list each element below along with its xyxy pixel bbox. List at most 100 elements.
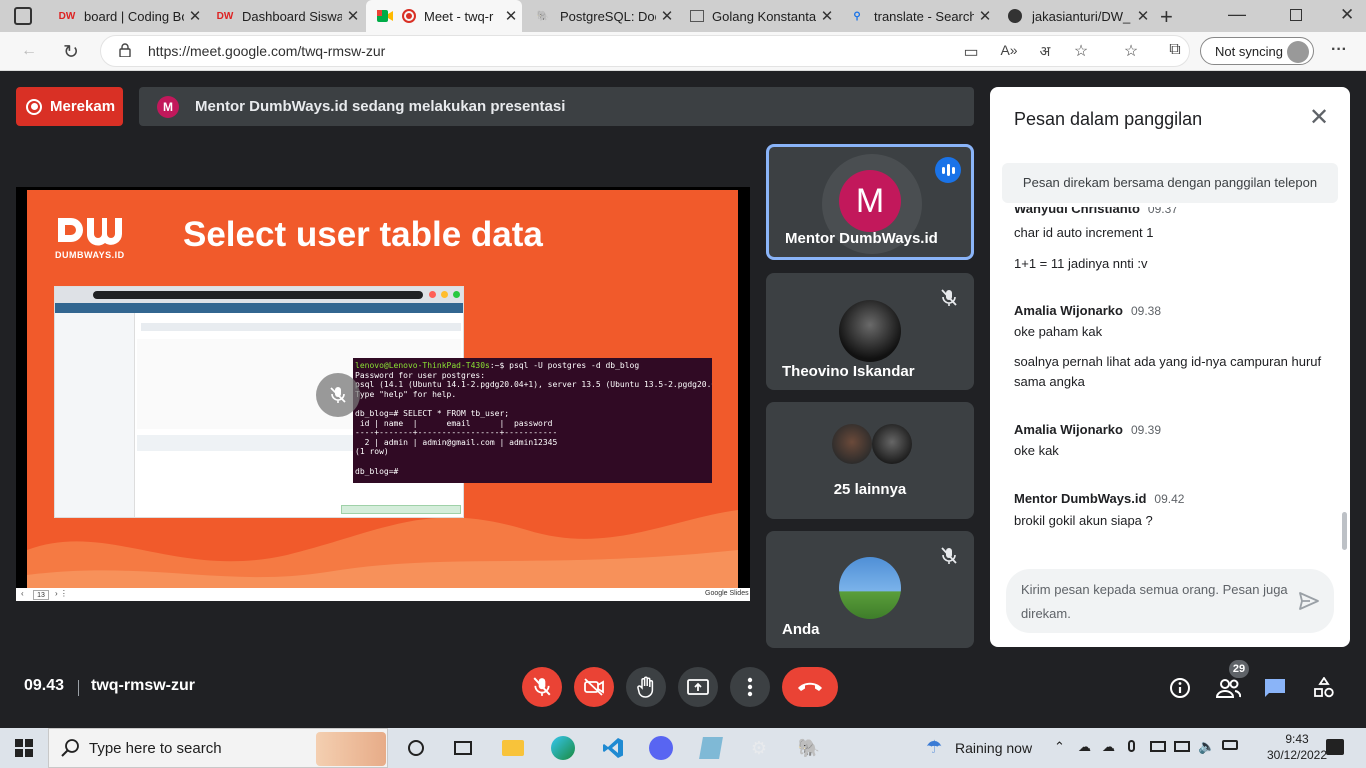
back-icon[interactable]: ← <box>18 42 40 60</box>
participant-tile-mentor[interactable]: M Mentor DumbWays.id <box>766 144 974 260</box>
tab-dashboard[interactable]: DW Dashboard Siswa ✕ <box>206 0 364 32</box>
message-sender: Wahyudi Christianto 09.37 <box>1014 207 1178 216</box>
profile-button[interactable]: Not syncing <box>1200 37 1314 65</box>
translate-icon[interactable]: अ <box>1034 42 1056 61</box>
tab-github[interactable]: jakasianturi/DW_ ✕ <box>996 0 1154 32</box>
close-icon[interactable]: ✕ <box>974 7 996 25</box>
task-view-icon[interactable] <box>448 733 478 763</box>
refresh-icon[interactable]: ↻ <box>60 41 82 64</box>
minimize-button[interactable]: — <box>1228 4 1246 25</box>
close-icon[interactable]: ✕ <box>656 7 678 25</box>
more-options-button[interactable] <box>730 667 770 707</box>
system-clock[interactable]: 9:43 30/12/2022 <box>1262 731 1332 763</box>
raise-hand-button[interactable] <box>626 667 666 707</box>
read-aloud-icon[interactable]: A» <box>998 42 1020 58</box>
participant-tile-others[interactable]: 25 lainnya <box>766 402 974 519</box>
collections-icon[interactable]: ⧉ <box>1164 41 1186 59</box>
camera-icon[interactable]: ▭ <box>960 42 982 62</box>
slide-next-icon[interactable]: › ⋮ <box>55 589 68 598</box>
search-icon: ⚲ <box>853 10 861 22</box>
divider <box>78 680 79 696</box>
avatar: M <box>839 170 901 232</box>
chat-icon <box>1265 679 1285 697</box>
participant-name: Mentor DumbWays.id <box>785 230 938 247</box>
file-explorer-icon[interactable] <box>498 733 528 763</box>
info-icon <box>1170 678 1190 698</box>
speaking-indicator-icon <box>935 157 961 183</box>
add-favorite-icon[interactable]: ☆ <box>1070 41 1092 61</box>
chat-scrollbar[interactable] <box>1342 512 1347 550</box>
github-icon <box>1006 9 1024 23</box>
end-call-button[interactable] <box>782 667 838 707</box>
postgres-icon: 🐘 <box>536 10 550 22</box>
weather-text[interactable]: Raining now <box>955 740 1032 756</box>
avatar <box>872 424 912 464</box>
present-screen-button[interactable] <box>678 667 718 707</box>
presenter-muted-icon <box>316 373 360 417</box>
chat-button[interactable] <box>1262 675 1288 701</box>
notepad-icon[interactable] <box>696 733 726 763</box>
hand-icon <box>637 676 654 698</box>
close-icon[interactable]: ✕ <box>500 7 522 25</box>
close-icon[interactable]: ✕ <box>816 7 838 25</box>
chevron-up-icon[interactable]: ⌃ <box>1054 739 1065 755</box>
meeting-details-button[interactable] <box>1167 675 1193 701</box>
favorites-icon[interactable]: ☆ <box>1120 41 1142 61</box>
volume-icon[interactable]: 🔈 <box>1198 738 1215 755</box>
close-icon[interactable]: ✕ <box>1307 106 1331 131</box>
battery-icon[interactable] <box>1222 740 1238 750</box>
slide-prev-icon[interactable]: ‹ <box>21 589 24 598</box>
meeting-clock: 09.43 <box>24 677 65 694</box>
chat-panel: Pesan dalam panggilan ✕ Pesan direkam be… <box>990 87 1350 647</box>
wifi-icon[interactable] <box>1174 741 1190 752</box>
new-tab-button[interactable]: + <box>1160 4 1173 30</box>
onedrive-icon[interactable]: ☁ <box>1078 739 1091 755</box>
mic-toggle-button[interactable] <box>522 667 562 707</box>
edge-icon[interactable] <box>548 733 578 763</box>
avatar-icon <box>1287 41 1309 63</box>
tab-actions-icon[interactable] <box>14 7 32 25</box>
message-text: char id auto increment 1 <box>1014 225 1154 240</box>
url-text[interactable]: https://meet.google.com/twq-rmsw-zur <box>148 43 385 59</box>
recording-button[interactable]: Merekam <box>16 87 123 126</box>
send-icon[interactable] <box>1297 589 1321 613</box>
activities-button[interactable] <box>1311 675 1337 701</box>
tab-coding-board[interactable]: DW board | Coding Bo ✕ <box>48 0 206 32</box>
mic-off-icon <box>938 545 960 567</box>
slide-page-number[interactable]: 13 <box>33 590 49 600</box>
vscode-icon[interactable] <box>598 733 628 763</box>
close-icon[interactable]: ✕ <box>184 7 206 25</box>
terminal-window: lenovo@Lenovo-ThinkPad-T430s:~$ psql -U … <box>353 358 712 483</box>
notification-icon[interactable] <box>1326 739 1344 755</box>
close-icon[interactable]: ✕ <box>342 7 364 25</box>
more-icon[interactable]: ··· <box>1328 41 1350 59</box>
restore-button[interactable] <box>1290 9 1302 21</box>
cloud-icon[interactable]: ☁ <box>1102 739 1115 755</box>
people-icon <box>1215 679 1241 698</box>
windows-start-icon[interactable] <box>15 739 33 757</box>
discord-icon[interactable] <box>646 733 676 763</box>
close-window-button[interactable]: ✕ <box>1340 5 1354 25</box>
weather-illustration <box>316 732 386 766</box>
tab-translate[interactable]: ⚲ translate - Search ✕ <box>838 0 996 32</box>
participant-tile-self[interactable]: Anda <box>766 531 974 648</box>
display-icon[interactable] <box>1150 741 1166 752</box>
more-vert-icon <box>747 677 753 697</box>
people-button[interactable] <box>1215 675 1241 701</box>
pgadmin-icon[interactable]: 🐘 <box>794 733 824 763</box>
cortana-icon[interactable] <box>401 733 431 763</box>
camera-toggle-button[interactable] <box>574 667 614 707</box>
call-end-icon <box>798 682 822 691</box>
chat-title: Pesan dalam panggilan <box>1014 109 1203 129</box>
tab-golang[interactable]: Golang Konstanta ✕ <box>680 0 838 32</box>
participant-tile-theovino[interactable]: Theovino Iskandar <box>766 273 974 390</box>
settings-gear-icon[interactable]: ⚙ <box>744 733 774 763</box>
tab-postgres[interactable]: 🐘 PostgreSQL: Docu ✕ <box>524 0 678 32</box>
slide-logo-text: DUMBWAYS.ID <box>55 250 125 260</box>
record-icon <box>26 98 42 115</box>
presenting-text: Mentor DumbWays.id sedang melakukan pres… <box>195 98 566 115</box>
close-icon[interactable]: ✕ <box>1132 7 1154 25</box>
chat-input-placeholder[interactable]: Kirim pesan kepada semua orang. Pesan ju… <box>1021 578 1291 626</box>
tab-meet[interactable]: Meet - twq-r ✕ <box>366 0 522 32</box>
microphone-icon[interactable] <box>1128 740 1135 752</box>
